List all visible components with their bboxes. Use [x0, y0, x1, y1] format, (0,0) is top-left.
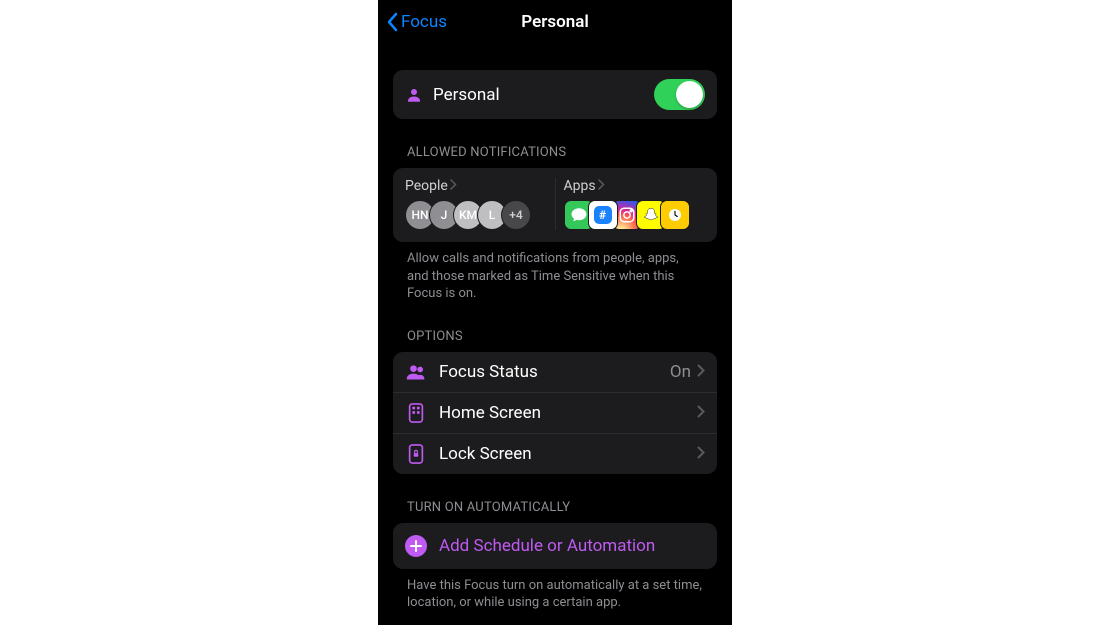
chevron-right-icon	[697, 444, 705, 463]
options-header: OPTIONS	[393, 329, 717, 344]
people-label: People	[405, 178, 448, 194]
home-screen-row[interactable]: Home Screen	[393, 392, 717, 433]
back-button[interactable]: Focus	[378, 12, 447, 32]
allowed-card: People HN J KM L +4 Apps	[393, 168, 717, 242]
chevron-right-icon	[697, 362, 705, 381]
chevron-left-icon	[386, 12, 398, 32]
app-icon-clock	[660, 200, 690, 230]
chevron-right-icon	[450, 178, 457, 194]
allowed-people[interactable]: People HN J KM L +4	[405, 178, 556, 230]
add-automation-button[interactable]: Add Schedule or Automation	[393, 523, 717, 569]
automation-header: TURN ON AUTOMATICALLY	[393, 500, 717, 515]
allowed-header: ALLOWED NOTIFICATIONS	[393, 145, 717, 160]
focus-toggle[interactable]	[654, 79, 705, 110]
app-icon-groupme: #	[588, 200, 618, 230]
allowed-apps[interactable]: Apps #	[564, 178, 706, 230]
add-automation-label: Add Schedule or Automation	[439, 536, 655, 556]
row-value: On	[670, 362, 691, 382]
options-list: Focus Status On Home Screen Lock	[393, 352, 717, 474]
row-label: Focus Status	[439, 362, 670, 382]
row-label: Lock Screen	[439, 444, 697, 464]
chevron-right-icon	[598, 178, 605, 194]
back-label: Focus	[401, 12, 447, 32]
focus-toggle-row: Personal	[393, 70, 717, 119]
switch-knob	[676, 81, 703, 108]
focus-status-icon	[405, 362, 427, 382]
app-icons: #	[564, 200, 706, 230]
row-label: Home Screen	[439, 403, 697, 423]
automation-footer: Have this Focus turn on automatically at…	[393, 569, 717, 612]
nav-bar: Focus Personal	[378, 0, 732, 44]
plus-circle-icon	[405, 535, 427, 557]
focus-name: Personal	[433, 85, 654, 105]
people-avatars: HN J KM L +4	[405, 200, 547, 230]
people-label-row: People	[405, 178, 547, 194]
chevron-right-icon	[697, 403, 705, 422]
lock-screen-icon	[405, 444, 427, 464]
avatar-more: +4	[501, 200, 531, 230]
lock-screen-row[interactable]: Lock Screen	[393, 433, 717, 474]
apps-label: Apps	[564, 178, 596, 194]
person-icon	[405, 86, 423, 104]
apps-label-row: Apps	[564, 178, 706, 194]
automation-card: Add Schedule or Automation	[393, 523, 717, 569]
home-screen-icon	[405, 403, 427, 423]
allowed-footer: Allow calls and notifications from peopl…	[393, 242, 717, 303]
focus-status-row[interactable]: Focus Status On	[393, 352, 717, 392]
device-screen: Focus Personal Personal ALLOWED NOTIFICA…	[378, 0, 732, 625]
